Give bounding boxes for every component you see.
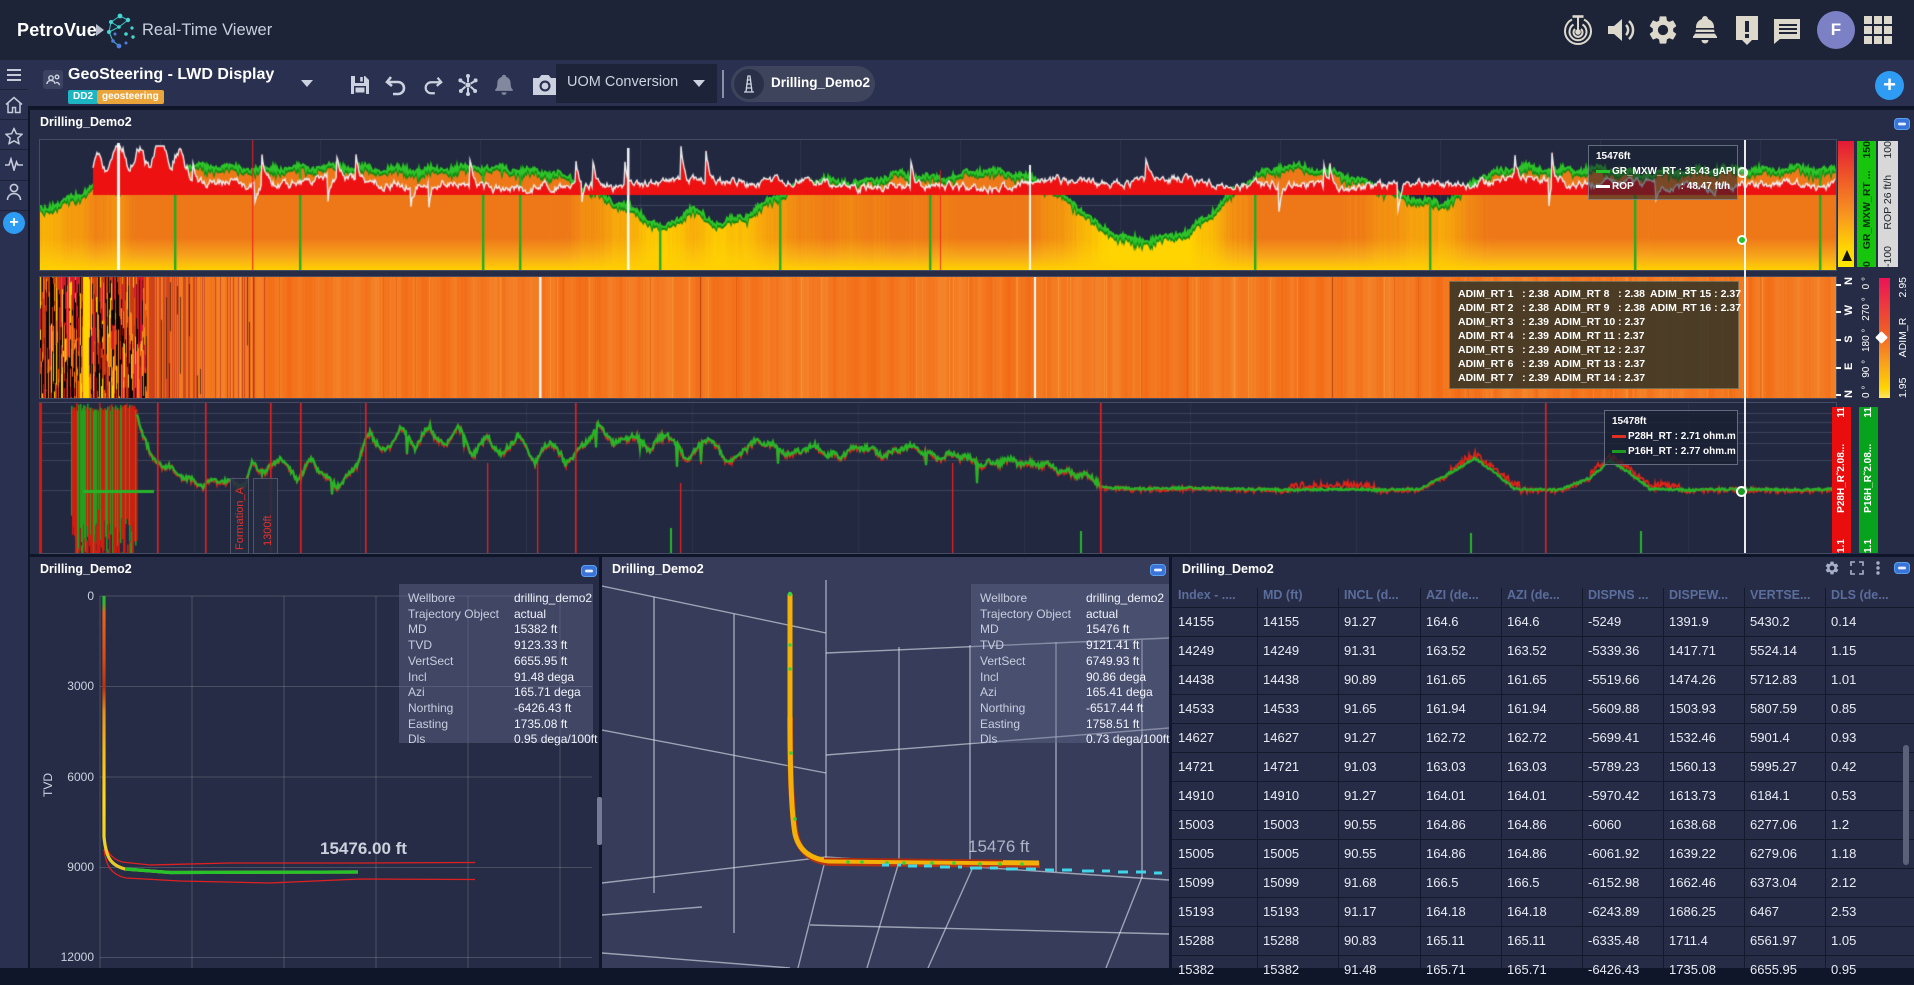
svg-text:6000: 6000: [67, 770, 94, 784]
svg-text:3000: 3000: [67, 679, 94, 693]
svg-text:0: 0: [87, 589, 94, 603]
svg-text:15476.00 ft: 15476.00 ft: [320, 839, 407, 858]
svg-text:12000: 12000: [61, 950, 95, 964]
svg-text:15476 ft: 15476 ft: [968, 837, 1030, 856]
svg-text:TVD: TVD: [41, 773, 55, 797]
svg-text:9000: 9000: [67, 860, 94, 874]
